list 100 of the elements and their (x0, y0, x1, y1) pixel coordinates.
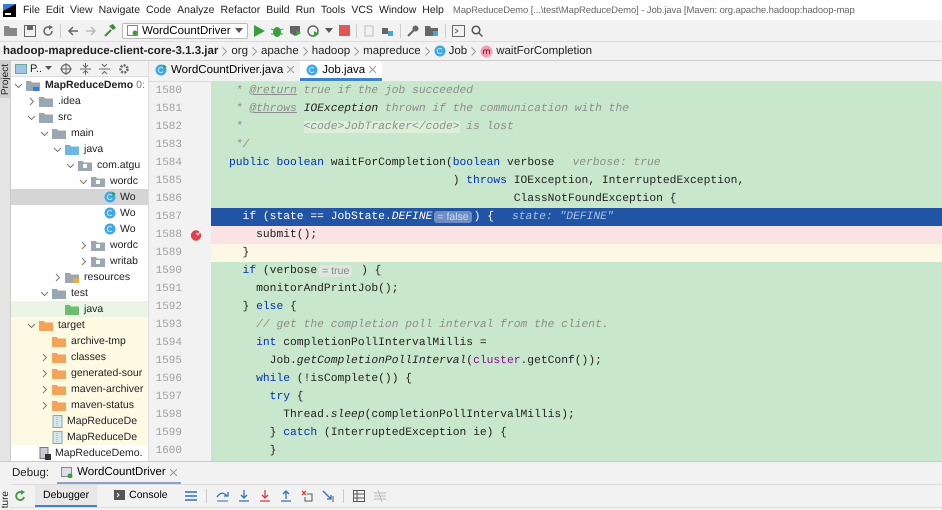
sync-icon[interactable] (42, 24, 54, 36)
back-arrow-icon[interactable] (67, 24, 79, 36)
menu-item[interactable]: Refactor (218, 4, 264, 16)
folder-settings-icon[interactable] (424, 24, 439, 36)
code-text: public boolean waitForCompletion(boolean verbose (229, 157, 554, 169)
menu-item[interactable]: File (20, 4, 43, 16)
rerun-icon[interactable] (14, 490, 26, 502)
tree-item[interactable]: .idea (11, 93, 148, 109)
tree-item[interactable]: maven-status (11, 397, 148, 413)
class-icon (104, 207, 116, 219)
editor-tab[interactable]: Job.java (300, 61, 382, 81)
caret-icon[interactable] (324, 28, 333, 34)
menu-item[interactable]: VCS (348, 4, 376, 16)
code-text: } catch (InterruptedException ie) { (268, 427, 507, 439)
tree-item[interactable]: writab (11, 253, 148, 269)
tree-item[interactable]: Wo (11, 221, 148, 237)
tree-item[interactable]: archive-tmp (11, 333, 148, 349)
tree-item[interactable]: Wo (11, 189, 148, 205)
tree-item[interactable]: maven-archiver (11, 381, 148, 397)
menu-item[interactable]: Tools (318, 4, 348, 16)
tree-item[interactable]: wordc (11, 237, 148, 253)
debug-session-tab[interactable]: WordCountDriver (57, 462, 181, 484)
item-label: maven-archiver (71, 383, 144, 395)
structure-tool-tab[interactable]: ture (0, 488, 10, 510)
menu-item[interactable]: View (67, 4, 96, 16)
tree-item[interactable]: MapReduceDemo 0: (11, 77, 148, 93)
tree-item[interactable]: generated-sour (11, 365, 148, 381)
profile-icon[interactable] (306, 24, 319, 36)
package-icon (91, 174, 106, 188)
wrench-icon[interactable] (406, 24, 419, 36)
breadcrumb[interactable]: mapreduce (363, 45, 421, 57)
menu-item[interactable]: Help (419, 4, 447, 16)
item-label: main (71, 127, 94, 139)
code-text: * @return true if the job succeeded (234, 85, 474, 97)
menu-item[interactable]: Build (263, 4, 293, 16)
run-configuration-dropdown[interactable]: WordCountDriver (122, 22, 248, 38)
tree-item[interactable]: test (11, 285, 148, 301)
code-text: Job.getCompletionPollInterval(cluster.getConf()); (268, 355, 602, 367)
caret-icon (234, 28, 243, 34)
expand-all-icon[interactable] (80, 62, 92, 74)
menu-item[interactable]: Code (143, 4, 174, 16)
run-config-icon (127, 25, 138, 36)
locate-icon[interactable] (60, 62, 72, 74)
code-text: ) { (474, 211, 494, 223)
editor-tab[interactable]: WordCountDriver.java (149, 61, 300, 81)
debug-value: state: "DEFINE" (512, 211, 614, 223)
package-icon (91, 254, 106, 268)
debug-bug-icon[interactable] (270, 24, 283, 36)
menu-item[interactable]: Navigate (96, 4, 144, 16)
breadcrumb[interactable]: Job (448, 45, 468, 57)
tree-item[interactable]: MapReduceDe (11, 413, 148, 429)
step-into-icon[interactable] (238, 490, 250, 502)
collapse-all-icon[interactable] (99, 62, 110, 74)
terminal-icon[interactable] (452, 24, 465, 36)
open-folder-icon[interactable] (4, 24, 18, 36)
breadcrumb[interactable]: hadoop-mapreduce-client-core-3.1.3.jar (3, 45, 218, 57)
menu-icon[interactable] (184, 491, 197, 501)
folder-icon (52, 126, 67, 140)
hammer-icon[interactable] (103, 24, 116, 37)
tree-item[interactable]: classes (11, 349, 148, 365)
item-label: archive-tmp (71, 335, 126, 347)
menu-item[interactable]: Edit (42, 4, 68, 16)
tree-item[interactable]: wordc (11, 173, 148, 189)
table-icon[interactable] (352, 490, 365, 502)
save-icon[interactable] (24, 24, 36, 36)
run-to-cursor-icon[interactable] (322, 490, 334, 502)
drop-frame-icon[interactable] (300, 490, 313, 502)
project-tool-tab[interactable]: Project (0, 61, 10, 98)
menu-item[interactable]: Window (376, 4, 420, 16)
code-text: while (!isComplete()) { (255, 373, 412, 385)
menu-item[interactable]: Analyze (174, 4, 218, 16)
force-step-into-icon[interactable] (258, 490, 271, 502)
step-out-icon[interactable] (280, 490, 292, 502)
tree-item[interactable]: MapReduceDemo. (11, 445, 148, 461)
breakpoint-icon[interactable] (190, 229, 202, 241)
tree-item[interactable]: MapReduceDe (11, 429, 148, 445)
run-icon[interactable] (254, 24, 265, 36)
tree-item[interactable]: java (11, 301, 148, 317)
breadcrumb[interactable]: apache (261, 45, 299, 57)
breadcrumb[interactable]: waitForCompletion (496, 45, 592, 57)
stop-icon[interactable] (338, 25, 350, 36)
debug-tab[interactable]: Debugger (35, 485, 98, 507)
class-icon (306, 64, 318, 76)
breadcrumb[interactable]: hadoop (312, 45, 350, 57)
tree-item[interactable]: src (11, 109, 148, 125)
debug-tab[interactable]: Console (106, 485, 176, 507)
breadcrumb[interactable]: org (231, 45, 248, 57)
tree-item[interactable]: resources (11, 269, 148, 285)
tree-item[interactable]: target (11, 317, 148, 333)
project-view-dropdown[interactable]: P.. (30, 62, 42, 74)
tree-item[interactable]: main (11, 125, 148, 141)
search-icon[interactable] (470, 24, 483, 36)
item-label: target (58, 319, 85, 331)
tree-item[interactable]: com.atgu (11, 157, 148, 173)
tree-item[interactable]: java (11, 141, 148, 157)
step-over-icon[interactable] (216, 490, 229, 502)
coverage-icon[interactable] (288, 24, 301, 36)
menu-item[interactable]: Run (292, 4, 318, 16)
settings-icon[interactable] (118, 62, 130, 74)
tree-item[interactable]: Wo (11, 205, 148, 221)
